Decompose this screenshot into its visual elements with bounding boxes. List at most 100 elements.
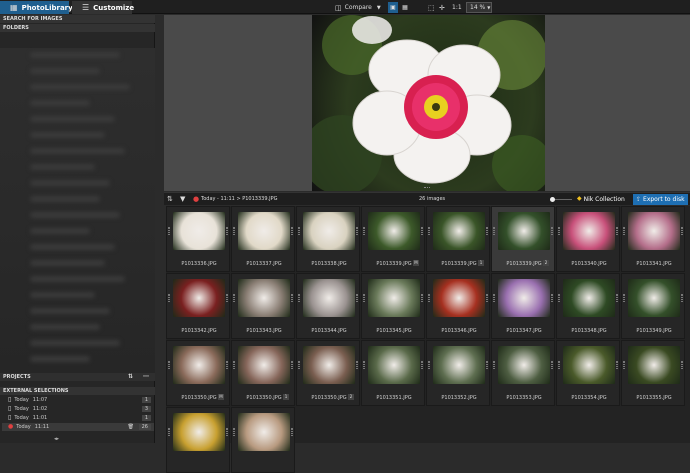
folder-item[interactable] xyxy=(30,68,100,74)
filter-icon[interactable]: ▼ xyxy=(180,195,185,203)
drag-handle[interactable] xyxy=(623,227,625,235)
folder-item[interactable] xyxy=(30,84,130,90)
thumbnail[interactable] xyxy=(231,407,295,473)
fit-button[interactable]: ⬚ xyxy=(428,2,435,13)
drag-handle[interactable] xyxy=(623,361,625,369)
drag-handle[interactable] xyxy=(428,294,430,302)
drag-handle[interactable] xyxy=(168,428,170,436)
folder-item[interactable] xyxy=(30,164,95,170)
drag-handle[interactable] xyxy=(356,361,358,369)
external-item-selected[interactable]: ● Today 11:11 🗑 26 xyxy=(2,423,154,431)
move-button[interactable]: ✛ xyxy=(439,2,445,13)
folder-item[interactable] xyxy=(30,228,90,234)
folder-item[interactable] xyxy=(30,212,120,218)
drag-handle[interactable] xyxy=(681,294,683,302)
thumbnail[interactable]: P1013345.JPG xyxy=(361,273,425,339)
drag-handle[interactable] xyxy=(226,227,228,235)
drag-handle[interactable] xyxy=(486,294,488,302)
drag-handle[interactable] xyxy=(298,227,300,235)
thumbnail[interactable]: P1013343.JPG xyxy=(231,273,295,339)
thumbnail[interactable]: P1013354.JPG xyxy=(556,340,620,406)
external-item[interactable]: ▯ Today 11:07 1 xyxy=(2,396,154,404)
sidebar-collapse-handle[interactable]: ◂▸ xyxy=(54,436,62,442)
folder-item[interactable] xyxy=(30,132,105,138)
sort-icon[interactable]: ⇅ xyxy=(167,195,173,203)
folder-item[interactable] xyxy=(30,100,90,106)
preview-image[interactable] xyxy=(302,15,552,195)
thumbnail[interactable]: P1013337.JPG xyxy=(231,206,295,272)
drag-handle[interactable] xyxy=(681,361,683,369)
thumbnail[interactable]: P1013338.JPG xyxy=(296,206,360,272)
thumbnail[interactable]: P1013350.JPG M xyxy=(166,340,230,406)
drag-handle[interactable] xyxy=(363,361,365,369)
folder-item[interactable] xyxy=(30,52,120,58)
folder-item[interactable] xyxy=(30,116,115,122)
thumbnail[interactable]: P1013340.JPG xyxy=(556,206,620,272)
drag-handle[interactable] xyxy=(428,361,430,369)
thumbnail[interactable]: P1013351.JPG xyxy=(361,340,425,406)
thumbnail-grid[interactable]: P1013336.JPG P1013337.JPG P1013338.JPG P101… xyxy=(166,206,690,473)
thumbnail-size-slider[interactable] xyxy=(550,197,572,202)
external-section[interactable]: EXTERNAL SELECTIONS xyxy=(0,387,155,395)
drag-handle[interactable] xyxy=(356,294,358,302)
grid-view-button[interactable]: ▦ xyxy=(400,2,410,13)
zoom-ratio[interactable]: 1:1 xyxy=(452,2,462,13)
search-section[interactable]: SEARCH FOR IMAGES xyxy=(0,15,155,23)
drag-handle[interactable] xyxy=(421,227,423,235)
drag-handle[interactable] xyxy=(168,294,170,302)
thumbnail[interactable]: P1013353.JPG xyxy=(491,340,555,406)
folder-item[interactable] xyxy=(30,292,95,298)
drag-handle[interactable] xyxy=(551,361,553,369)
zoom-select[interactable]: 14 % ▼ xyxy=(466,2,492,13)
thumbnail[interactable]: P1013347.JPG xyxy=(491,273,555,339)
drag-handle[interactable] xyxy=(616,294,618,302)
drag-handle[interactable] xyxy=(363,227,365,235)
folder-item[interactable] xyxy=(30,276,125,282)
drag-handle[interactable] xyxy=(233,227,235,235)
folder-item[interactable] xyxy=(30,324,100,330)
breadcrumb[interactable]: Today - 11:11 > P1013339.JPG xyxy=(201,196,277,202)
drag-handle[interactable] xyxy=(486,361,488,369)
drag-handle[interactable] xyxy=(558,361,560,369)
drag-handle[interactable] xyxy=(363,294,365,302)
drag-handle[interactable] xyxy=(616,227,618,235)
drag-handle[interactable] xyxy=(493,294,495,302)
drag-handle[interactable] xyxy=(226,361,228,369)
folder-tree[interactable] xyxy=(0,48,155,378)
folder-item[interactable] xyxy=(30,244,115,250)
resize-handle[interactable] xyxy=(424,187,430,190)
thumbnail[interactable]: P1013350.JPG 1 xyxy=(231,340,295,406)
drag-handle[interactable] xyxy=(291,294,293,302)
projects-section[interactable]: PROJECTS ⇅ ⋯ xyxy=(0,373,155,381)
drag-handle[interactable] xyxy=(291,227,293,235)
thumbnail[interactable]: P1013339.JPG 2 xyxy=(491,206,555,272)
slider-knob[interactable] xyxy=(550,197,555,202)
drag-handle[interactable] xyxy=(421,294,423,302)
drag-handle[interactable] xyxy=(558,294,560,302)
drag-handle[interactable] xyxy=(493,361,495,369)
drag-handle[interactable] xyxy=(428,227,430,235)
single-view-button[interactable]: ▣ xyxy=(388,2,398,13)
nik-collection-button[interactable]: ◆ Nik Collection xyxy=(577,194,630,204)
drag-handle[interactable] xyxy=(421,361,423,369)
thumbnail[interactable]: P1013352.JPG xyxy=(426,340,490,406)
drag-handle[interactable] xyxy=(226,428,228,436)
folder-item[interactable] xyxy=(30,260,105,266)
folder-item[interactable] xyxy=(30,308,110,314)
drag-handle[interactable] xyxy=(551,294,553,302)
thumbnail[interactable]: P1013336.JPG xyxy=(166,206,230,272)
external-item[interactable]: ▯ Today 11:02 3 xyxy=(2,405,154,413)
folder-item[interactable] xyxy=(30,148,125,154)
thumbnail[interactable]: P1013339.JPG 1 xyxy=(426,206,490,272)
image-viewer[interactable] xyxy=(164,15,690,195)
drag-handle[interactable] xyxy=(291,361,293,369)
thumbnail[interactable]: P1013342.JPG xyxy=(166,273,230,339)
thumbnail[interactable] xyxy=(166,407,230,473)
compare-button[interactable]: ◫ Compare ▼ xyxy=(335,2,381,13)
drag-handle[interactable] xyxy=(168,227,170,235)
thumbnail[interactable]: P1013344.JPG xyxy=(296,273,360,339)
tab-customize[interactable]: ☰ Customize xyxy=(72,1,134,14)
drag-handle[interactable] xyxy=(486,227,488,235)
drag-handle[interactable] xyxy=(551,227,553,235)
drag-handle[interactable] xyxy=(681,227,683,235)
